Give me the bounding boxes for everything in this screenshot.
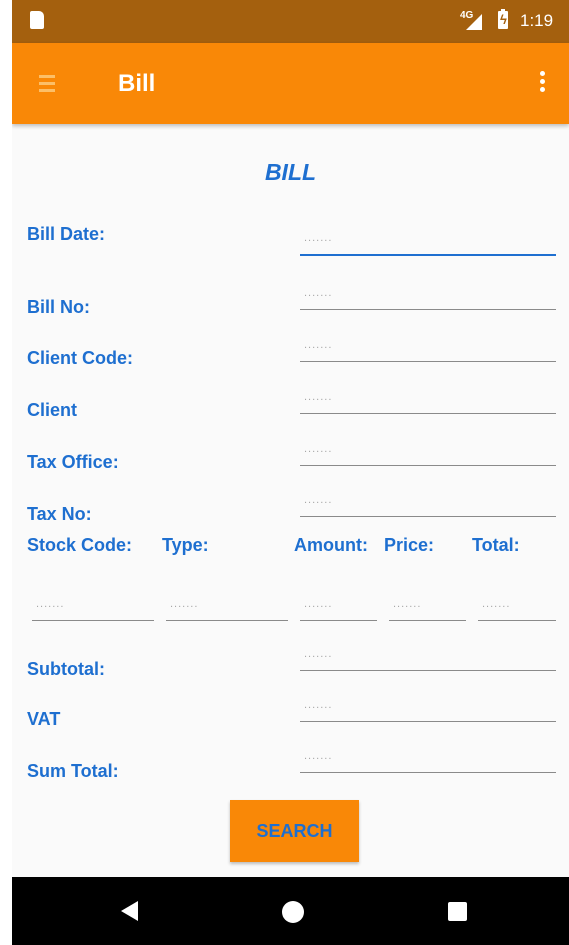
client-label: Client	[27, 400, 78, 420]
system-nav-bar	[12, 877, 569, 945]
type-label: Type:	[162, 535, 209, 555]
sum-total-label: Sum Total:	[27, 761, 119, 781]
sum-total-field[interactable]: .......	[300, 748, 556, 773]
tax-office-field[interactable]: .......	[300, 441, 556, 466]
price-label: Price:	[384, 535, 435, 555]
type-field[interactable]: .......	[166, 596, 288, 621]
bill-date-label: Bill Date:	[27, 224, 106, 244]
back-icon[interactable]	[121, 901, 138, 921]
search-button[interactable]: SEARCH	[230, 800, 359, 862]
phone-screen: 4G ϟ 1:19 Bill BILL Bill Date: ....... B…	[12, 0, 569, 945]
subtotal-label: Subtotal:	[27, 659, 105, 679]
total-label: Total:	[472, 535, 520, 555]
client-code-field[interactable]: .......	[300, 337, 556, 362]
stock-code-label: Stock Code:	[27, 535, 133, 555]
vat-field[interactable]: .......	[300, 697, 556, 722]
bill-no-field[interactable]: .......	[300, 285, 556, 310]
tax-office-placeholder: .......	[304, 443, 333, 455]
subtotal-field[interactable]: .......	[300, 646, 556, 671]
status-bar: 4G ϟ 1:19	[12, 0, 569, 43]
bill-date-placeholder: .......	[304, 232, 333, 244]
client-code-label: Client Code:	[27, 348, 133, 368]
signal-icon	[466, 14, 482, 30]
bill-date-field[interactable]: .......	[300, 230, 556, 256]
amount-label: Amount:	[294, 535, 368, 555]
app-toolbar: Bill	[12, 43, 569, 124]
client-field[interactable]: .......	[300, 389, 556, 414]
price-placeholder: .......	[393, 598, 422, 610]
price-field[interactable]: .......	[389, 596, 466, 621]
vat-label: VAT	[27, 709, 61, 729]
vat-placeholder: .......	[304, 699, 333, 711]
status-time: 1:19	[520, 11, 554, 30]
tax-no-placeholder: .......	[304, 494, 333, 506]
bill-no-label: Bill No:	[27, 297, 90, 317]
tax-office-label: Tax Office:	[27, 452, 119, 472]
client-code-placeholder: .......	[304, 339, 333, 351]
sim-card-icon	[30, 11, 44, 29]
total-field[interactable]: .......	[478, 596, 556, 621]
stock-code-placeholder: .......	[36, 598, 65, 610]
tax-no-label: Tax No:	[27, 504, 92, 524]
amount-placeholder: .......	[304, 598, 333, 610]
type-placeholder: .......	[170, 598, 199, 610]
total-placeholder: .......	[482, 598, 511, 610]
menu-icon[interactable]	[39, 75, 55, 93]
sum-total-placeholder: .......	[304, 750, 333, 762]
bill-no-placeholder: .......	[304, 287, 333, 299]
battery-charging-icon: ϟ	[498, 9, 508, 29]
tax-no-field[interactable]: .......	[300, 492, 556, 517]
form-title: BILL	[264, 159, 317, 185]
recents-icon[interactable]	[448, 902, 467, 921]
amount-field[interactable]: .......	[300, 596, 377, 621]
subtotal-placeholder: .......	[304, 648, 333, 660]
home-icon[interactable]	[282, 901, 304, 923]
stock-code-field[interactable]: .......	[32, 596, 154, 621]
toolbar-title: Bill	[118, 70, 156, 97]
client-placeholder: .......	[304, 391, 333, 403]
more-vert-icon[interactable]	[540, 71, 545, 93]
